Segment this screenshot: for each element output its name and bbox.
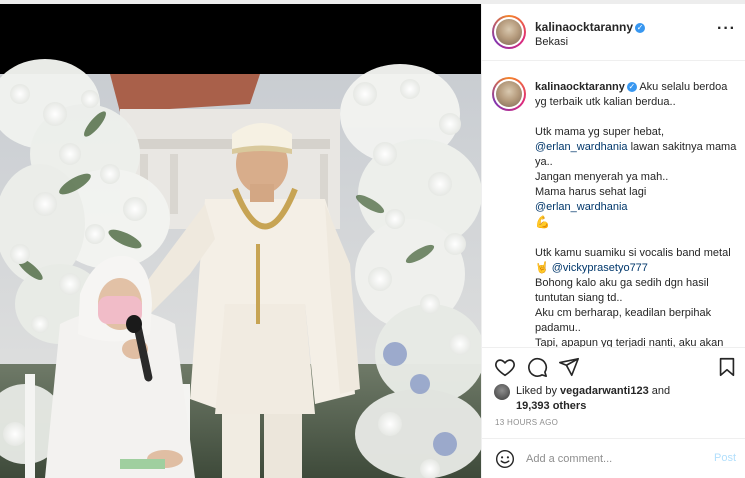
heart-icon[interactable]	[494, 356, 516, 378]
likes-summary: Liked by vegadarwanti123 and 19,393 othe…	[494, 383, 742, 417]
bookmark-icon[interactable]	[716, 356, 738, 378]
post-location[interactable]: Bekasi	[535, 36, 568, 48]
flexed-biceps-icon: 💪	[535, 215, 550, 229]
post-timestamp[interactable]: 13 HOURS AGO	[495, 418, 558, 427]
caption-line: Jangan menyerah ya mah..	[535, 171, 669, 183]
header-username[interactable]: kalinaocktaranny	[535, 20, 633, 34]
caption-line: Aku cm berharap, keadilan berpihak padam…	[535, 307, 715, 334]
likes-count[interactable]: 19,393 others	[516, 400, 586, 412]
header-username-wrap: kalinaocktaranny ✓	[535, 18, 646, 36]
mention-link[interactable]: @vickyprasetyo777	[552, 262, 648, 274]
liker-username[interactable]: vegadarwanti123	[560, 385, 649, 397]
likes-and: and	[648, 385, 671, 397]
more-options-icon[interactable]: ···	[717, 20, 736, 38]
comment-input[interactable]	[526, 449, 696, 469]
caption-username[interactable]: kalinaocktaranny	[535, 81, 625, 93]
liker-avatar[interactable]	[494, 384, 510, 400]
emoji-icon[interactable]	[495, 449, 515, 469]
caption-line: Tapi, apapun yg terjadi nanti, aku akan …	[535, 337, 724, 348]
send-icon[interactable]	[558, 356, 580, 378]
caption-verified-badge-icon: ✓	[626, 82, 637, 92]
caption-text: kalinaocktaranny ✓ Aku selalu berdoa yg t…	[535, 80, 740, 348]
post-sidebar: kalinaocktaranny ✓ Bekasi ··· kalinaockta…	[481, 4, 745, 478]
likes-prefix: Liked by	[516, 385, 561, 397]
mention-link[interactable]: @erlan_wardhania	[535, 141, 628, 153]
caption-line: Bohong kalo aku ga sedih dgn hasil tuntu…	[535, 277, 712, 304]
caption-area: kalinaocktaranny ✓ Aku selalu berdoa yg t…	[482, 61, 745, 348]
post-comment-button[interactable]: Post	[714, 452, 736, 464]
caption-line: Utk mama yg super hebat,	[535, 126, 665, 138]
action-bar	[482, 348, 745, 384]
caption-line: Mama harus sehat lagi	[535, 186, 647, 198]
rock-hand-icon: 🤘	[535, 262, 549, 274]
caption-line: Utk kamu suamiku si vocalis band metal	[535, 247, 731, 259]
comment-icon[interactable]	[526, 356, 548, 378]
verified-badge-icon: ✓	[635, 23, 646, 33]
post-header: kalinaocktaranny ✓ Bekasi ···	[482, 4, 745, 61]
mention-link[interactable]: @erlan_wardhania	[535, 201, 628, 213]
comment-bar: Post	[482, 438, 745, 478]
profile-avatar[interactable]	[492, 15, 526, 49]
wedding-photo-illustration	[0, 4, 481, 478]
likes-line: Liked by vegadarwanti123 and	[516, 385, 670, 397]
caption-avatar[interactable]	[492, 77, 526, 111]
post-photo[interactable]	[0, 4, 481, 478]
